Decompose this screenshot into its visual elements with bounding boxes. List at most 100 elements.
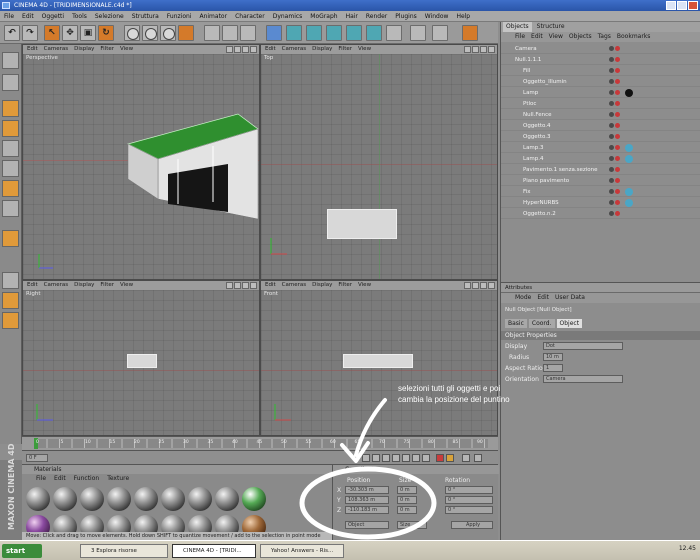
tab-structure[interactable]: Structure — [534, 22, 568, 32]
visibility-render-dot[interactable] — [615, 200, 620, 205]
visibility-editor-dot[interactable] — [609, 123, 614, 128]
menu-oggetti[interactable]: Oggetti — [42, 11, 64, 21]
browser-button[interactable] — [462, 25, 478, 41]
object-row[interactable]: Lamp.4 — [501, 154, 700, 164]
tag-icon[interactable] — [625, 199, 633, 207]
pan-icon[interactable] — [226, 46, 233, 53]
menu-plugins[interactable]: Plugins — [395, 11, 417, 21]
visibility-render-dot[interactable] — [615, 211, 620, 216]
menu-tools[interactable]: Tools — [72, 11, 87, 21]
deformer-button[interactable] — [346, 25, 362, 41]
object-row[interactable]: Null.Fence — [501, 110, 700, 120]
checker-button[interactable] — [2, 272, 19, 289]
undo-button[interactable]: ↶ — [4, 25, 20, 41]
maximize-icon[interactable] — [488, 282, 495, 289]
object-row[interactable]: Oggetto.3 — [501, 132, 700, 142]
object-row[interactable]: Piano pavimento — [501, 176, 700, 186]
menu-render[interactable]: Render — [366, 11, 387, 21]
minimize-button[interactable] — [666, 1, 676, 10]
visibility-render-dot[interactable] — [615, 57, 620, 62]
vp-menu-filter[interactable]: Filter — [100, 45, 114, 54]
material-swatch[interactable] — [161, 487, 185, 511]
prop-aspect-field[interactable]: 1 — [543, 364, 563, 372]
tag-icon[interactable] — [625, 144, 633, 152]
right-canvas[interactable] — [23, 290, 259, 435]
menu-edit[interactable]: Edit — [22, 11, 34, 21]
current-frame-field[interactable]: 0 F — [26, 454, 48, 462]
apply-button[interactable]: Apply — [451, 521, 493, 529]
timeline-settings-button[interactable] — [474, 454, 482, 462]
vp-menu-edit[interactable]: Edit — [27, 281, 38, 290]
close-button[interactable] — [688, 1, 698, 10]
visibility-editor-dot[interactable] — [609, 145, 614, 150]
visibility-render-dot[interactable] — [615, 189, 620, 194]
visibility-render-dot[interactable] — [615, 156, 620, 161]
attr-tab-basic[interactable]: Basic — [505, 319, 527, 328]
object-row[interactable]: Null.1.1.1 — [501, 55, 700, 65]
orbit-icon[interactable] — [480, 46, 487, 53]
menu-hair[interactable]: Hair — [346, 11, 358, 21]
tab-objects[interactable]: Objects — [503, 22, 532, 32]
locked-workplane-button[interactable] — [2, 312, 19, 329]
layout-button[interactable] — [432, 25, 448, 41]
prop-radius-field[interactable]: 10 m — [543, 353, 563, 361]
vp-menu-filter[interactable]: Filter — [338, 281, 352, 290]
visibility-render-dot[interactable] — [615, 178, 620, 183]
animation-mode-button[interactable] — [2, 200, 19, 217]
vp-menu-view[interactable]: View — [120, 281, 133, 290]
maximize-button[interactable] — [677, 1, 687, 10]
om-menu-edit[interactable]: Edit — [531, 32, 543, 42]
top-viewport[interactable]: Edit Cameras Display Filter View Top — [260, 44, 498, 280]
live-selection-button[interactable]: ↖ — [44, 25, 60, 41]
vp-menu-edit[interactable]: Edit — [27, 45, 38, 54]
menu-dynamics[interactable]: Dynamics — [273, 11, 303, 21]
y-axis-button[interactable] — [142, 25, 158, 41]
x-axis-button[interactable] — [124, 25, 140, 41]
pan-icon[interactable] — [464, 46, 471, 53]
zoom-icon[interactable] — [472, 282, 479, 289]
polygons-mode-button[interactable] — [2, 140, 19, 157]
material-swatch[interactable] — [215, 487, 239, 511]
om-menu-tags[interactable]: Tags — [598, 32, 611, 42]
task-explorer[interactable]: 3 Esplora risorse — [80, 544, 168, 558]
vp-menu-view[interactable]: View — [120, 45, 133, 54]
object-row[interactable]: Fix — [501, 187, 700, 197]
vp-menu-edit[interactable]: Edit — [265, 45, 276, 54]
attr-tab-coord[interactable]: Coord. — [528, 319, 555, 328]
snap-button[interactable] — [2, 230, 19, 247]
object-row[interactable]: Fill — [501, 66, 700, 76]
spline-button[interactable] — [326, 25, 342, 41]
visibility-editor-dot[interactable] — [609, 112, 614, 117]
start-button[interactable]: start — [2, 544, 42, 558]
cube-object-button[interactable] — [266, 25, 282, 41]
visibility-editor-dot[interactable] — [609, 211, 614, 216]
right-viewport[interactable]: Edit Cameras Display Filter View Right — [22, 280, 260, 436]
mat-menu-file[interactable]: File — [36, 474, 46, 483]
edges-mode-button[interactable] — [2, 120, 19, 137]
points-mode-button[interactable] — [2, 100, 19, 117]
top-canvas[interactable] — [261, 54, 497, 279]
pan-icon[interactable] — [464, 282, 471, 289]
object-row[interactable]: Camera — [501, 44, 700, 54]
visibility-render-dot[interactable] — [615, 79, 620, 84]
perspective-canvas[interactable] — [23, 54, 259, 279]
task-yahoo-answers[interactable]: Yahoo! Answers - Ris... — [260, 544, 344, 558]
material-swatch[interactable] — [53, 487, 77, 511]
vp-menu-display[interactable]: Display — [312, 45, 332, 54]
material-swatch[interactable] — [134, 487, 158, 511]
orbit-icon[interactable] — [242, 46, 249, 53]
menu-funzioni[interactable]: Funzioni — [167, 11, 192, 21]
om-menu-view[interactable]: View — [549, 32, 563, 42]
material-swatch[interactable] — [242, 487, 266, 511]
vp-menu-view[interactable]: View — [358, 281, 371, 290]
scale-tool-button[interactable]: ▣ — [80, 25, 96, 41]
menu-mograph[interactable]: MoGraph — [310, 11, 337, 21]
visibility-render-dot[interactable] — [615, 90, 620, 95]
visibility-editor-dot[interactable] — [609, 57, 614, 62]
zoom-icon[interactable] — [472, 46, 479, 53]
vp-menu-edit[interactable]: Edit — [265, 281, 276, 290]
attr-tab-object[interactable]: Object — [556, 319, 583, 328]
model-mode-button[interactable] — [2, 52, 19, 69]
visibility-editor-dot[interactable] — [609, 167, 614, 172]
vp-menu-view[interactable]: View — [358, 45, 371, 54]
